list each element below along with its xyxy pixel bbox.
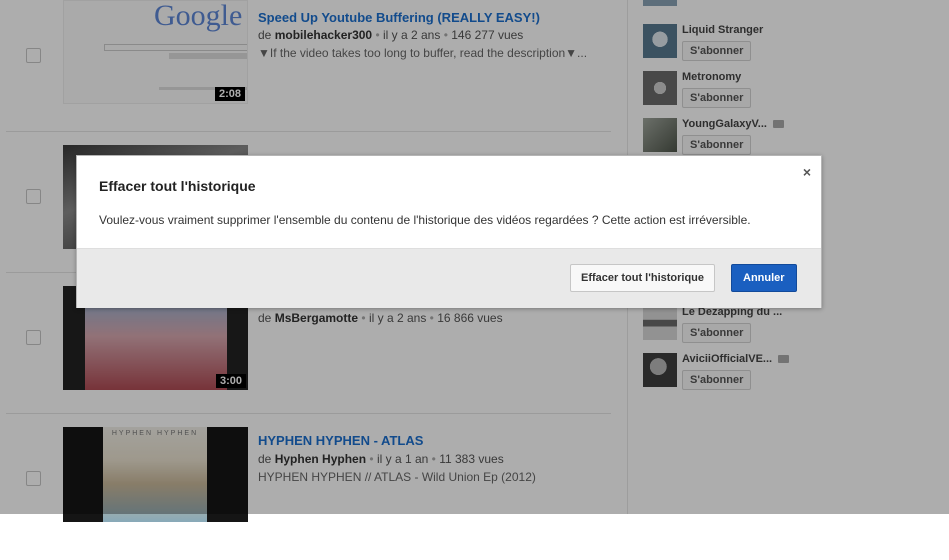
confirm-clear-history-button[interactable]: Effacer tout l'historique [570, 264, 716, 292]
clear-history-dialog: × Effacer tout l'historique Voulez-vous … [76, 155, 822, 308]
close-icon[interactable]: × [803, 164, 811, 180]
dialog-message: Voulez-vous vraiment supprimer l'ensembl… [99, 213, 751, 227]
dialog-footer: Effacer tout l'historique Annuler [77, 248, 821, 308]
dialog-title: Effacer tout l'historique [99, 178, 256, 194]
cancel-button[interactable]: Annuler [731, 264, 797, 292]
